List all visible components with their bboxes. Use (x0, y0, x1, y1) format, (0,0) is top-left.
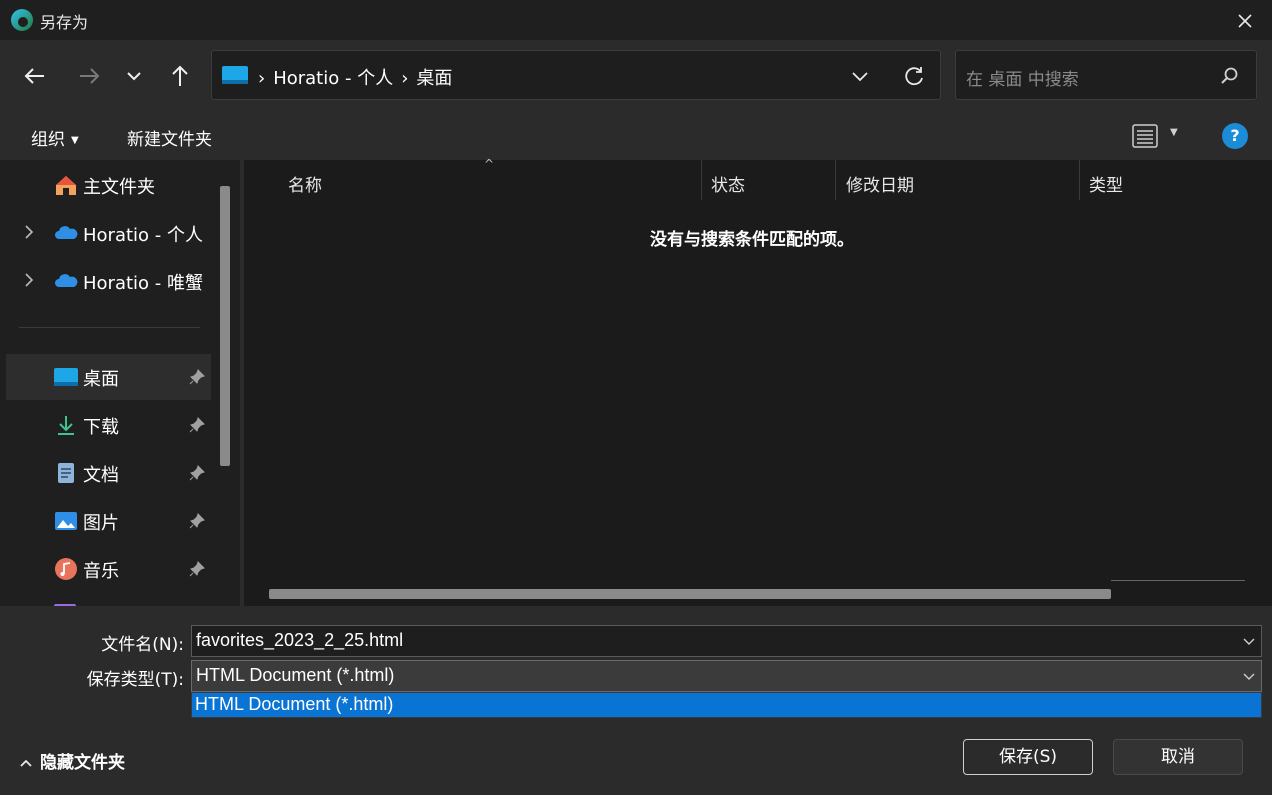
search-placeholder: 在 桌面 中搜索 (966, 70, 1079, 90)
breadcrumb-separator: › (258, 68, 266, 89)
breadcrumb[interactable]: › Horatio - 个人 › 桌面 (258, 64, 452, 90)
sidebar-item-downloads[interactable]: 下载 (6, 402, 211, 448)
sidebar-item-desktop[interactable]: 桌面 (6, 354, 211, 400)
sidebar-item-label: Horatio - 个人 (83, 225, 203, 246)
pin-icon[interactable] (188, 560, 206, 578)
search-icon[interactable] (1218, 65, 1240, 87)
scrollbar-track (1111, 580, 1245, 581)
pin-icon[interactable] (188, 512, 206, 530)
column-divider[interactable] (1079, 160, 1080, 200)
column-divider[interactable] (701, 160, 702, 200)
filetype-label: 保存类型(T): (86, 670, 184, 690)
breadcrumb-current[interactable]: 桌面 (416, 68, 452, 89)
chevron-up-icon (20, 759, 32, 767)
chevron-down-icon[interactable] (1241, 633, 1257, 649)
sidebar-item-onedrive-personal[interactable]: Horatio - 个人 (6, 210, 211, 256)
new-folder-button[interactable]: 新建文件夹 (127, 125, 212, 150)
refresh-icon[interactable] (900, 62, 928, 90)
hide-folders-label: 隐藏文件夹 (40, 753, 125, 773)
edge-app-icon (11, 9, 33, 31)
horizontal-scrollbar[interactable] (269, 589, 1111, 599)
list-view-icon (1132, 124, 1158, 148)
back-arrow-icon[interactable] (17, 58, 53, 94)
forward-arrow-icon[interactable] (71, 58, 107, 94)
sidebar-divider (19, 327, 200, 328)
pictures-icon (55, 512, 77, 530)
chevron-right-icon[interactable] (20, 223, 38, 241)
sidebar-item-label: 桌面 (83, 369, 119, 390)
hide-folders-button[interactable]: 隐藏文件夹 (18, 748, 125, 773)
close-icon[interactable] (1230, 6, 1260, 36)
view-options-button[interactable]: ▼ (1132, 123, 1188, 151)
save-button[interactable]: 保存(S) (963, 739, 1093, 775)
sidebar-item-home[interactable]: 主文件夹 (6, 162, 211, 208)
sidebar-item-pictures[interactable]: 图片 (6, 498, 211, 544)
title-bar (0, 0, 1272, 40)
column-header-status[interactable]: 状态 (711, 171, 745, 196)
window-title: 另存为 (40, 13, 89, 32)
up-arrow-icon[interactable] (162, 58, 198, 94)
sidebar-item-label: 下载 (83, 417, 119, 438)
column-header-name[interactable]: 名称 (288, 171, 322, 196)
pin-icon[interactable] (188, 416, 206, 434)
music-icon (55, 558, 77, 580)
sidebar-item-label: 主文件夹 (83, 177, 155, 198)
sidebar-item-music[interactable]: 音乐 (6, 546, 211, 592)
sort-ascending-icon: ^ (484, 157, 495, 171)
chevron-down-icon[interactable] (1241, 668, 1257, 684)
filename-label: 文件名(N): (101, 635, 184, 655)
filetype-option[interactable]: HTML Document (*.html) (195, 694, 393, 715)
breadcrumb-separator: › (401, 68, 409, 89)
navigation-pane: 主文件夹 Horatio - 个人 Horatio - 唯蟹 桌面 下载 文档 … (0, 160, 240, 606)
pin-icon[interactable] (188, 368, 206, 386)
caret-down-icon: ▼ (71, 134, 79, 146)
column-divider[interactable] (835, 160, 836, 200)
document-icon (58, 463, 74, 483)
sidebar-item-label: 音乐 (83, 561, 119, 582)
help-icon[interactable]: ? (1222, 123, 1248, 149)
breadcrumb-location[interactable]: Horatio - 个人 (273, 68, 393, 89)
pin-icon[interactable] (188, 464, 206, 482)
home-icon (56, 176, 76, 195)
desktop-icon (54, 368, 78, 386)
column-header-modified[interactable]: 修改日期 (846, 171, 914, 196)
desktop-icon (222, 66, 248, 84)
cancel-button[interactable]: 取消 (1113, 739, 1243, 775)
onedrive-icon (55, 274, 78, 287)
recent-locations-chevron-icon[interactable] (117, 58, 153, 94)
download-icon (58, 416, 74, 435)
caret-down-icon: ▼ (1170, 127, 1178, 138)
filetype-selected-value[interactable]: HTML Document (*.html) (196, 665, 394, 686)
filename-value[interactable]: favorites_2023_2_25.html (196, 630, 403, 651)
sidebar-item-label: 文档 (83, 465, 119, 486)
chevron-down-icon[interactable] (846, 62, 874, 90)
organize-label: 组织 (31, 130, 65, 150)
sidebar-item-label: Horatio - 唯蟹 (83, 273, 203, 294)
sidebar-item-label: 图片 (83, 513, 119, 534)
organize-menu-button[interactable]: 组织 ▼ (31, 125, 79, 150)
column-header-type[interactable]: 类型 (1089, 171, 1123, 196)
onedrive-icon (55, 226, 78, 239)
sidebar-item-documents[interactable]: 文档 (6, 450, 211, 496)
chevron-right-icon[interactable] (20, 271, 38, 289)
empty-state-message: 没有与搜索条件匹配的项。 (650, 230, 854, 250)
sidebar-scrollbar[interactable] (220, 186, 230, 466)
sidebar-item-onedrive-work[interactable]: Horatio - 唯蟹 (6, 258, 211, 304)
